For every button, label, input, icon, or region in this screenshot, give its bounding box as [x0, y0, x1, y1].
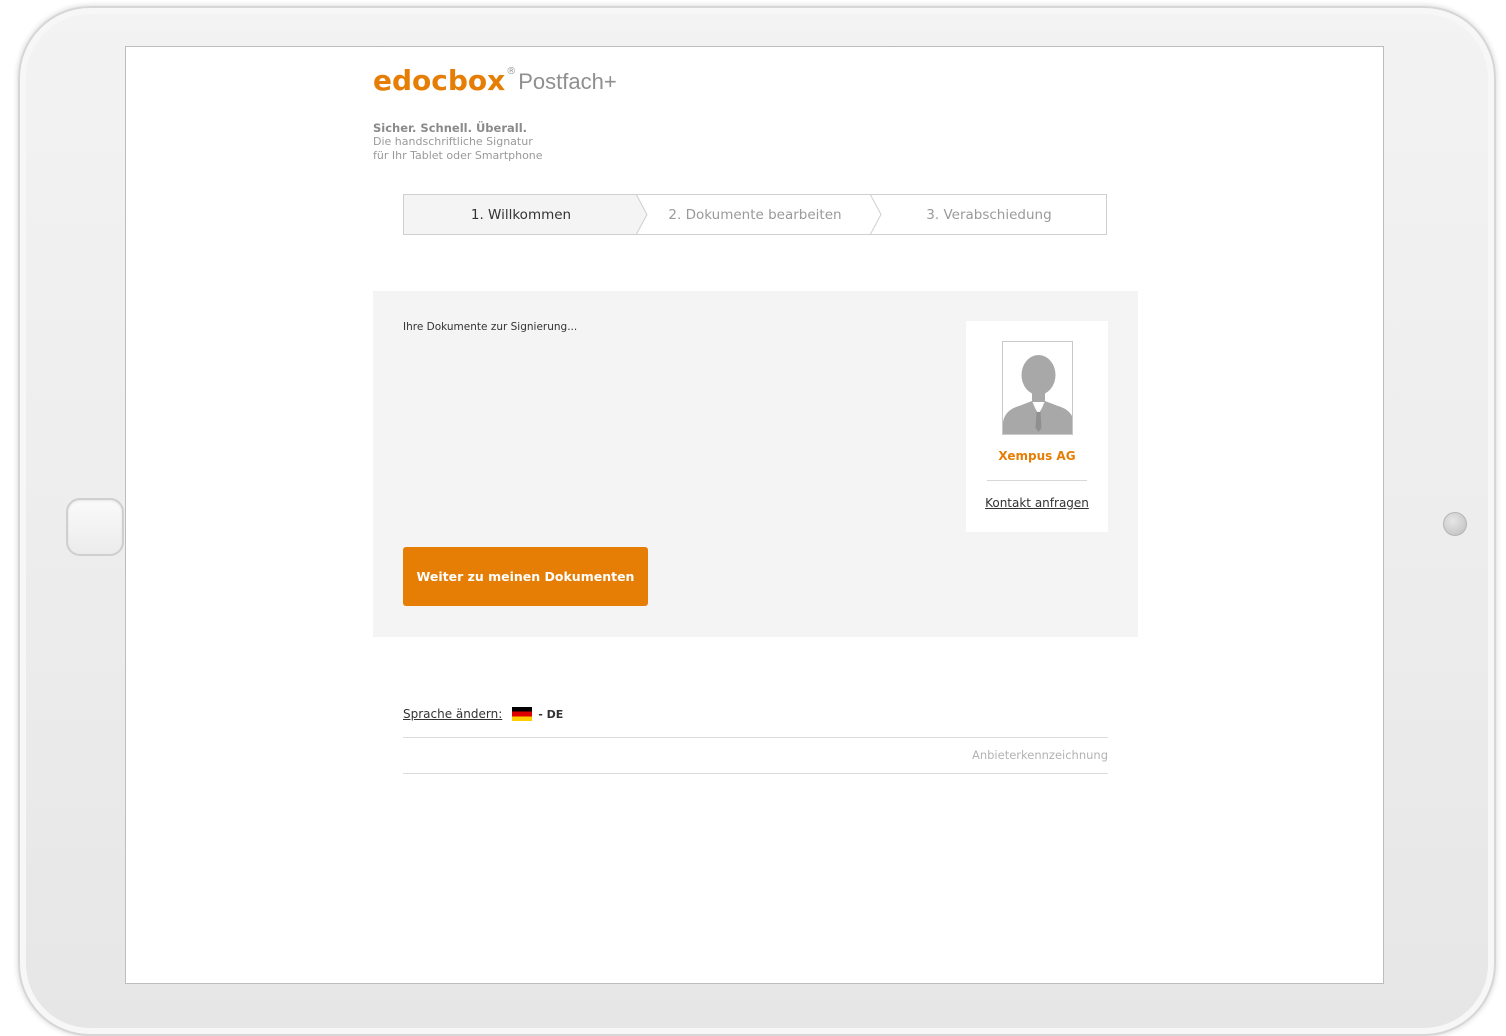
sender-card: Xempus AG Kontakt anfragen — [966, 321, 1108, 532]
imprint-link[interactable]: Anbieterkennzeichnung — [403, 748, 1108, 762]
documents-panel: Ihre Dokumente zur Signierung... Xempus … — [373, 291, 1138, 637]
step-label: 1. Willkommen — [470, 206, 572, 223]
tagline-headline: Sicher. Schnell. Überall. — [373, 121, 528, 135]
tagline-line-2: für Ihr Tablet oder Smartphone — [373, 149, 543, 162]
product-name: Postfach+ — [518, 69, 617, 94]
step-farewell: 3. Verabschiedung — [872, 195, 1106, 234]
person-silhouette-icon — [1003, 355, 1072, 434]
home-button[interactable] — [66, 498, 124, 556]
change-language-link[interactable]: Sprache ändern: — [403, 707, 502, 721]
divider — [403, 737, 1108, 738]
panel-title: Ihre Dokumente zur Signierung... — [403, 321, 578, 333]
step-welcome: 1. Willkommen — [404, 195, 648, 234]
registered-mark: ® — [506, 66, 517, 77]
step-label: 2. Dokumente bearbeiten — [668, 206, 842, 223]
screen: edocbox ® Postfach+ Sicher. Schnell. Übe… — [125, 46, 1384, 984]
avatar — [1002, 341, 1073, 435]
divider — [403, 773, 1108, 774]
chevron-right-icon — [869, 195, 882, 234]
tagline: Sicher. Schnell. Überall. Die handschrif… — [373, 121, 543, 163]
language-code: - DE — [538, 707, 564, 721]
camera-icon — [1443, 512, 1467, 536]
company-name: Xempus AG — [998, 449, 1076, 463]
chevron-right-icon — [635, 195, 648, 234]
continue-to-documents-button[interactable]: Weiter zu meinen Dokumenten — [403, 547, 648, 606]
language-selector: Sprache ändern: - DE — [403, 707, 563, 721]
step-label: 3. Verabschiedung — [926, 206, 1052, 223]
step-edit-documents: 2. Dokumente bearbeiten — [638, 195, 882, 234]
divider — [987, 480, 1087, 481]
request-contact-link[interactable]: Kontakt anfragen — [966, 496, 1108, 510]
logo: edocbox ® Postfach+ — [373, 65, 617, 95]
step-indicator: 1. Willkommen 2. Dokumente bearbeiten 3.… — [403, 194, 1107, 235]
tagline-line-1: Die handschriftliche Signatur — [373, 135, 533, 148]
flag-de-icon[interactable] — [512, 707, 533, 721]
logo-mark: edocbox — [373, 64, 506, 97]
